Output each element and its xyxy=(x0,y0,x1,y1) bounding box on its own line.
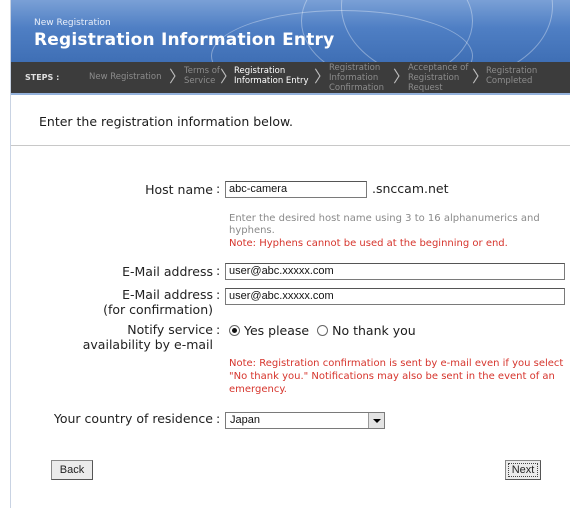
notify-label-line1: Notify service xyxy=(127,322,213,337)
colon: : xyxy=(216,287,221,302)
notify-yes-radio[interactable] xyxy=(229,325,240,336)
header-subtitle: New Registration xyxy=(34,18,111,28)
page-header: New Registration Registration Informatio… xyxy=(11,0,570,62)
notify-label: Notify service availability by e-mail xyxy=(20,322,213,352)
email-confirm-label: E-Mail address (for confirmation) xyxy=(40,287,213,317)
colon: : xyxy=(216,411,221,426)
notify-no-radio[interactable] xyxy=(317,325,329,336)
steps-label: STEPS : xyxy=(25,73,60,82)
country-select-value: Japan xyxy=(230,414,260,426)
email-label: E-Mail address xyxy=(122,264,213,279)
colon: : xyxy=(216,263,221,278)
intro-text: Enter the registration information below… xyxy=(39,114,294,129)
country-select[interactable]: Japan xyxy=(225,412,385,429)
host-name-note: Note: Hyphens cannot be used at the begi… xyxy=(229,238,508,249)
email-confirm-label-line1: E-Mail address xyxy=(122,287,213,302)
page-title: Registration Information Entry xyxy=(34,30,335,50)
step-new-registration: New Registration xyxy=(89,72,162,82)
header-underline xyxy=(11,93,570,95)
chevron-down-icon[interactable] xyxy=(368,413,384,428)
country-label: Your country of residence xyxy=(53,411,213,426)
host-name-hint-text: Enter the desired host name using 3 to 1… xyxy=(229,213,540,236)
notify-radio-group: Yes please No thank you xyxy=(229,323,416,338)
notify-yes-label[interactable]: Yes please xyxy=(244,323,309,338)
step-chevron-icon: 〉 xyxy=(393,67,410,86)
email-confirm-label-line2: (for confirmation) xyxy=(103,302,213,317)
notify-no-label[interactable]: No thank you xyxy=(332,323,416,338)
back-button[interactable]: Back xyxy=(51,460,93,480)
section-divider xyxy=(11,145,570,146)
colon: : xyxy=(216,181,221,196)
step-registration-information-confirmation: Registration Information Confirmation xyxy=(329,63,384,93)
notify-note: Note: Registration confirmation is sent … xyxy=(229,358,564,395)
step-registration-information-entry: Registration Information Entry xyxy=(234,66,309,86)
step-acceptance-of-registration-request: Acceptance of Registration Request xyxy=(408,63,469,93)
email-confirm-field[interactable]: user@abc.xxxxx.com xyxy=(225,288,565,305)
next-button[interactable]: Next xyxy=(505,460,541,480)
step-chevron-icon: 〉 xyxy=(169,67,186,86)
step-registration-completed: Registration Completed xyxy=(486,66,538,86)
step-chevron-icon: 〉 xyxy=(314,67,331,86)
email-field[interactable]: user@abc.xxxxx.com xyxy=(225,263,565,280)
notify-label-line2: availability by e-mail xyxy=(82,337,213,352)
steps-bar: STEPS : New Registration 〉 Terms of Serv… xyxy=(11,62,570,93)
step-terms-of-service: Terms of Service xyxy=(184,66,220,86)
host-name-input[interactable]: abc-camera xyxy=(225,181,367,198)
host-name-label: Host name xyxy=(145,182,213,197)
colon: : xyxy=(216,322,221,337)
host-name-hint: Enter the desired host name using 3 to 1… xyxy=(229,213,564,250)
host-name-suffix: .snccam.net xyxy=(372,181,449,196)
